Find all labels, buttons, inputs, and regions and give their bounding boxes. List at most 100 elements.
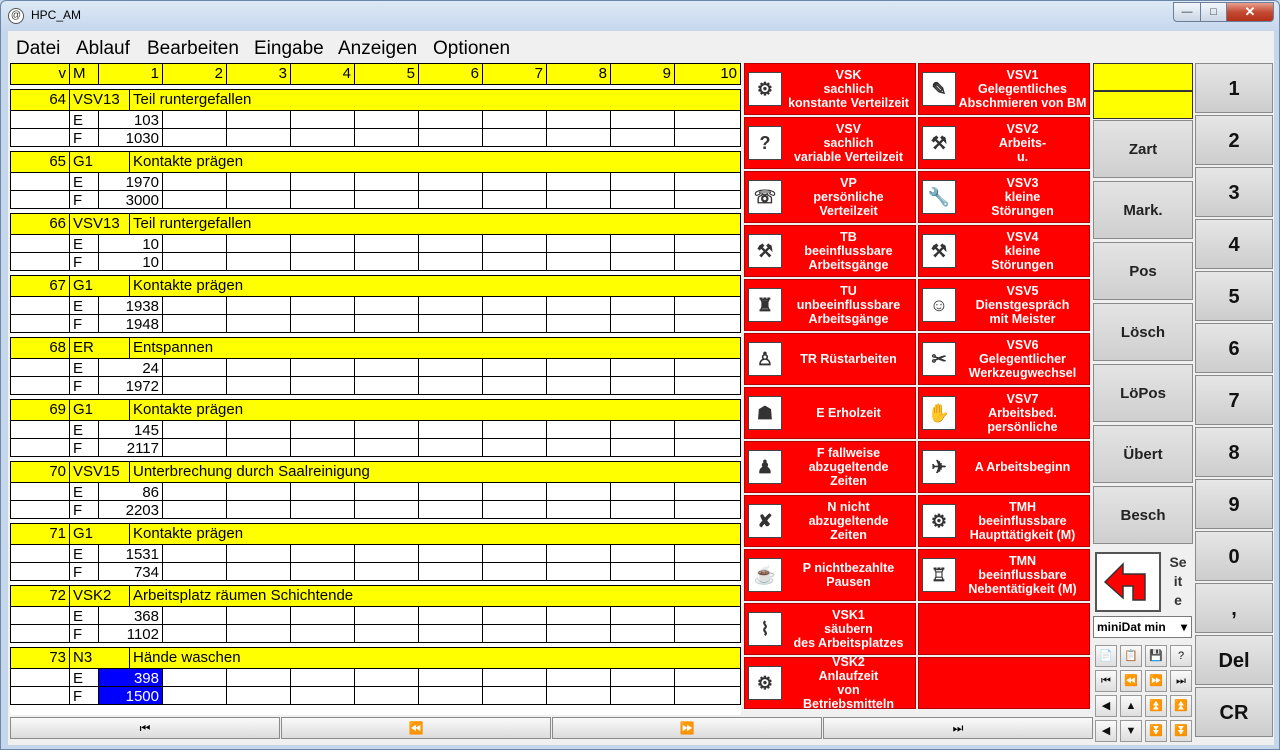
row-type-e[interactable]: E	[70, 235, 99, 253]
grid-cell[interactable]	[10, 111, 70, 129]
numpad-key-3[interactable]: 4	[1195, 219, 1273, 269]
grid-cell[interactable]	[483, 421, 547, 439]
grid-cell[interactable]	[675, 607, 741, 625]
grid-cell[interactable]	[227, 501, 291, 519]
row-number[interactable]: 64	[10, 89, 70, 111]
grid-cell[interactable]	[355, 421, 419, 439]
grid-cell[interactable]	[163, 545, 227, 563]
grid-cell[interactable]	[355, 111, 419, 129]
grid-cell[interactable]	[611, 377, 675, 395]
grid-cell[interactable]	[611, 173, 675, 191]
menu-anzeigen[interactable]: Anzeigen	[338, 38, 417, 60]
grid-cell[interactable]	[419, 253, 483, 271]
grid-cell[interactable]	[547, 235, 611, 253]
left_buttons-button-6[interactable]: ☗ E Erholzeit	[744, 387, 916, 439]
grid-cell[interactable]	[291, 421, 355, 439]
left_buttons-button-11[interactable]: ⚙ VSK2 Anlaufzeit von Betriebsmitteln	[744, 655, 916, 711]
grid-cell[interactable]	[163, 421, 227, 439]
row-type-e[interactable]: E	[70, 545, 99, 563]
grid-cell[interactable]	[611, 191, 675, 209]
grid-cell[interactable]	[227, 253, 291, 271]
right_buttons-button-5[interactable]: ✂ VSV6 Gelegentlicher Werkzeugwechsel	[918, 333, 1090, 385]
grid-cell[interactable]	[10, 439, 70, 457]
grid-cell[interactable]	[291, 297, 355, 315]
right_buttons-button-8[interactable]: ⚙ TMH beeinflussbare Haupttätigkeit (M)	[918, 495, 1090, 547]
row-code[interactable]: ER	[70, 337, 130, 359]
top-icon[interactable]: ⏫	[1170, 695, 1192, 717]
grid-cell[interactable]	[355, 669, 419, 687]
grid-cell[interactable]	[163, 687, 227, 705]
grid-cell[interactable]	[291, 501, 355, 519]
right_buttons-button-7[interactable]: ✈ A Arbeitsbeginn	[918, 441, 1090, 493]
row-type-f[interactable]: F	[70, 687, 99, 705]
grid-cell[interactable]	[291, 111, 355, 129]
grid-cell[interactable]	[291, 545, 355, 563]
grid-cell[interactable]	[291, 129, 355, 147]
grid-cell[interactable]	[227, 129, 291, 147]
value-e[interactable]: 86	[99, 483, 163, 501]
grid-cell[interactable]	[675, 545, 741, 563]
grid-cell[interactable]	[483, 669, 547, 687]
grid-cell[interactable]	[227, 483, 291, 501]
grid-cell[interactable]	[483, 545, 547, 563]
grid-cell[interactable]	[675, 563, 741, 581]
left-icon[interactable]: ◀	[1095, 695, 1117, 717]
value-e[interactable]: 145	[99, 421, 163, 439]
grid-cell[interactable]	[483, 315, 547, 333]
left_buttons-button-2[interactable]: ☏ VP persönliche Verteilzeit	[744, 171, 916, 223]
grid-cell[interactable]	[483, 129, 547, 147]
mode-dropdown[interactable]: miniDat min ▾	[1093, 616, 1192, 638]
grid-cell[interactable]	[483, 483, 547, 501]
left_buttons-button-3[interactable]: ⚒ TB beeinflussbare Arbeitsgänge	[744, 225, 916, 277]
grid-cell[interactable]	[419, 191, 483, 209]
left_buttons-button-9[interactable]: ☕ P nichtbezahlte Pausen	[744, 549, 916, 601]
grid-cell[interactable]	[355, 563, 419, 581]
menu-datei[interactable]: Datei	[16, 38, 60, 60]
grid-cell[interactable]	[291, 253, 355, 271]
grid-cell[interactable]	[675, 235, 741, 253]
grid-cell[interactable]	[10, 501, 70, 519]
grid-cell[interactable]	[291, 315, 355, 333]
grid-cell[interactable]	[10, 235, 70, 253]
grid-cell[interactable]	[419, 545, 483, 563]
grid-cell[interactable]	[227, 377, 291, 395]
grid-cell[interactable]	[227, 235, 291, 253]
row-code[interactable]: G1	[70, 523, 130, 545]
grid-cell[interactable]	[611, 545, 675, 563]
grid-cell[interactable]	[355, 315, 419, 333]
copy-icon[interactable]: 📋	[1120, 645, 1142, 667]
row-type-f[interactable]: F	[70, 563, 99, 581]
row-type-f[interactable]: F	[70, 625, 99, 643]
right_buttons-button-0[interactable]: ✎ VSV1 Gelegentliches Abschmieren von BM	[918, 63, 1090, 115]
grid-cell[interactable]	[227, 111, 291, 129]
grid-cell[interactable]	[675, 111, 741, 129]
bottom-icon[interactable]: ⏬	[1170, 720, 1192, 742]
grid-cell[interactable]	[675, 129, 741, 147]
left_buttons-button-8[interactable]: ✘ N nicht abzugeltende Zeiten	[744, 495, 916, 547]
grid-cell[interactable]	[10, 377, 70, 395]
numpad-key-4[interactable]: 5	[1195, 271, 1273, 321]
menu-bearbeiten[interactable]: Bearbeiten	[147, 38, 239, 60]
row-type-f[interactable]: F	[70, 377, 99, 395]
row-description[interactable]: Hände waschen	[130, 647, 741, 669]
grid-cell[interactable]	[10, 483, 70, 501]
grid-cell[interactable]	[10, 297, 70, 315]
left_buttons-button-0[interactable]: ⚙ VSK sachlich konstante Verteilzeit	[744, 63, 916, 115]
grid-cell[interactable]	[227, 315, 291, 333]
grid-cell[interactable]	[483, 439, 547, 457]
numpad-key-7[interactable]: 8	[1195, 427, 1273, 477]
grid-cell[interactable]	[355, 377, 419, 395]
yellow-field-2[interactable]	[1093, 91, 1193, 119]
value-e[interactable]: 368	[99, 607, 163, 625]
grid-cell[interactable]	[163, 297, 227, 315]
row-type-e[interactable]: E	[70, 483, 99, 501]
row-type-f[interactable]: F	[70, 439, 99, 457]
grid-cell[interactable]	[547, 253, 611, 271]
grid-cell[interactable]	[163, 235, 227, 253]
value-f[interactable]: 10	[99, 253, 163, 271]
grid-cell[interactable]	[675, 669, 741, 687]
grid-cell[interactable]	[355, 129, 419, 147]
row-code[interactable]: VSV13	[70, 89, 130, 111]
row-number[interactable]: 69	[10, 399, 70, 421]
grid-cell[interactable]	[675, 439, 741, 457]
